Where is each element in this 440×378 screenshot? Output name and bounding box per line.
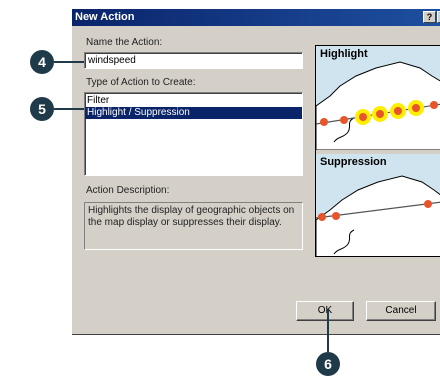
callout-5-leader	[54, 108, 84, 110]
suppression-preview: Suppression	[316, 154, 440, 256]
type-label: Type of Action to Create:	[86, 77, 196, 88]
description-label: Action Description:	[86, 185, 170, 196]
cancel-button[interactable]: Cancel	[366, 301, 436, 321]
list-item-highlight-suppression[interactable]: Highlight / Suppression	[85, 107, 302, 119]
callout-6-leader	[327, 310, 329, 352]
callout-5: 5	[30, 97, 54, 121]
highlight-map	[316, 61, 440, 150]
dialog-title: New Action	[75, 11, 135, 23]
action-type-list[interactable]: Filter Highlight / Suppression	[84, 92, 303, 176]
action-description: Highlights the display of geographic obj…	[84, 202, 303, 250]
name-label: Name the Action:	[86, 37, 163, 48]
highlight-preview: Highlight	[316, 46, 440, 150]
ok-button[interactable]: OK	[296, 301, 354, 321]
list-item-filter[interactable]: Filter	[85, 95, 302, 107]
suppression-map	[316, 175, 440, 256]
callout-6: 6	[316, 352, 340, 376]
action-name-input[interactable]: windspeed	[84, 52, 303, 69]
help-button[interactable]: ?	[423, 11, 436, 23]
action-preview: Highlight Suppression	[315, 45, 440, 257]
callout-4: 4	[30, 50, 54, 74]
title-bar: New Action ?	[72, 9, 440, 26]
new-action-dialog: New Action ? Name the Action: windspeed …	[71, 8, 440, 334]
callout-4-leader	[54, 61, 84, 63]
